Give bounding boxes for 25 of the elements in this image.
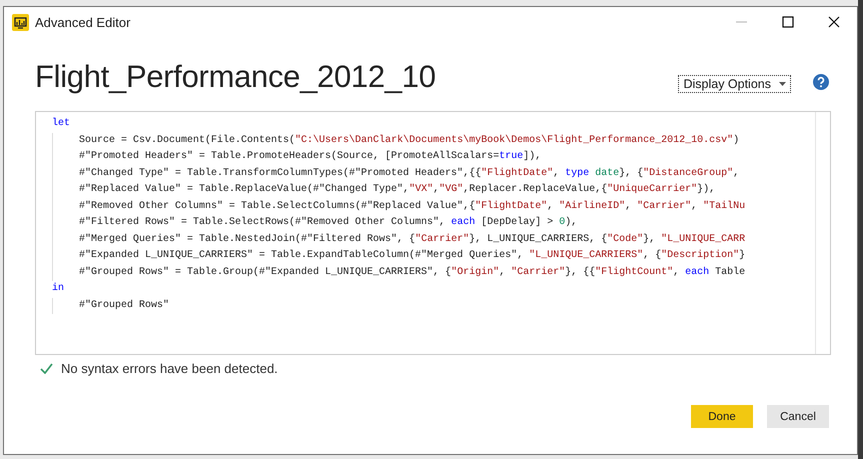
maximize-icon xyxy=(782,16,794,28)
help-icon[interactable] xyxy=(813,74,829,90)
code-line: in xyxy=(52,283,64,294)
code-line: #"Replaced Value" = Table.ReplaceValue(#"Changed Type","VX","VG",Replacer.ReplaceValue,{"UniqueCarrier"}), xyxy=(79,184,716,195)
cancel-button[interactable]: Cancel xyxy=(767,405,829,428)
display-options-dropdown[interactable]: Display Options xyxy=(678,75,791,93)
code-line: let xyxy=(52,118,70,129)
code-line: #"Grouped Rows" = Table.Group(#"Expanded L_UNIQUE_CARRIERS", {"Origin", "Carrier"}, {{"FlightCount", each Table xyxy=(79,266,746,278)
close-icon xyxy=(828,16,840,28)
code-line: #"Merged Queries" = Table.NestedJoin(#"Filtered Rows", {"Carrier"}, L_UNIQUE_CARRIERS, {"Code"}, "L_UNIQUE_CARR xyxy=(79,234,746,244)
minimize-icon xyxy=(736,21,748,23)
code-line: #"Changed Type" = Table.TransformColumnTypes(#"Promoted Headers",{{"FlightDate", type date}, {"DistanceGroup", xyxy=(79,168,740,178)
caret-icon xyxy=(779,82,786,86)
code-line: #"Promoted Headers" = Table.PromoteHeaders(Source, [PromoteAllScalars=true]), xyxy=(79,151,542,162)
query-title: Flight_Performance_2012_10 xyxy=(35,59,437,95)
window-title: Advanced Editor xyxy=(35,14,132,30)
code-line: #"Removed Other Columns" = Table.SelectColumns(#"Replaced Value",{"FlightDate", "AirlineID", "Carrier", "TailNu xyxy=(79,200,746,212)
status-message: No syntax errors have been detected. xyxy=(61,361,278,376)
code-line: Source = Csv.Document(File.Contents("C:\Users\DanClark\Documents\myBook\Demos\Flight_Performance_2012_10.csv") xyxy=(79,134,740,146)
code-line: #"Filtered Rows" = Table.SelectRows(#"Removed Other Columns", each [DepDelay] > 0), xyxy=(79,217,578,228)
app-logo-icon xyxy=(12,14,29,30)
code-line: #"Grouped Rows" xyxy=(79,300,170,310)
code-editor[interactable] xyxy=(35,111,831,355)
code-line: #"Expanded L_UNIQUE_CARRIERS" = Table.ExpandTableColumn(#"Merged Queries", "L_UNIQUE_CARRIERS", {"Description"} xyxy=(79,250,746,261)
done-button[interactable]: Done xyxy=(691,405,753,428)
